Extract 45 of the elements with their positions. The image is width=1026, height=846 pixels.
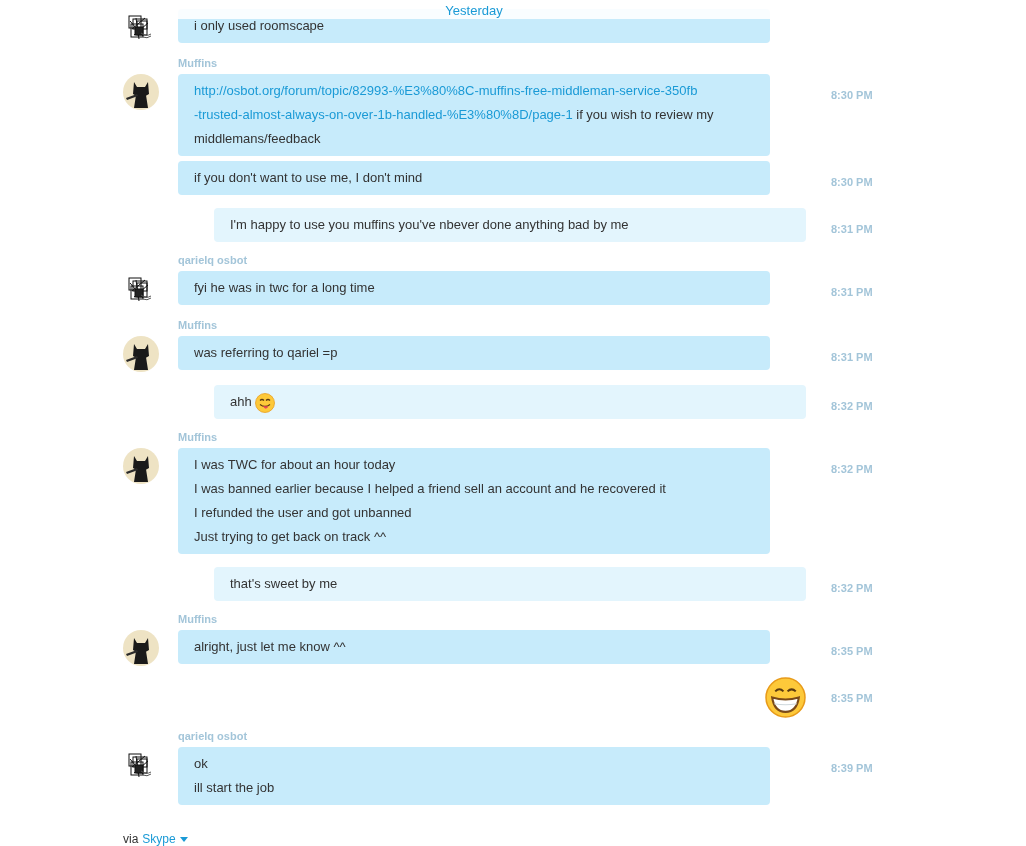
sender-name: Muffins [178,430,219,444]
message-text: fyi he was in twc for a long time [194,279,376,297]
message-time: 8:31 PM [831,285,873,300]
sender-name: Muffins [178,612,219,626]
date-header: Yesterday [445,2,503,20]
message-text: ahh [230,394,253,409]
footer-text: via [123,831,139,846]
message-time: 8:30 PM [831,175,873,190]
message-text: alright, just let me know ^^ [194,638,347,656]
message-text: I was TWC for about an hour today [194,456,397,474]
sender-name: Muffins [178,318,219,332]
message-text: ill start the job [194,779,276,797]
avatar-icon [123,336,159,372]
message-time: 8:35 PM [831,691,873,706]
caret-icon [179,836,188,842]
message-time: 8:39 PM [831,761,873,776]
avatar-icon [123,630,159,666]
message-text: if you don't want to use me, I don't mind [194,169,424,187]
sender-name: qarielq osbot [178,729,249,743]
message-text: Just trying to get back on track ^^ [194,528,388,546]
message-link[interactable]: -trusted-almost-always-on-over-1b-handled-%E3%80%8D/page-1 [194,107,573,122]
sender-name: Muffins [178,56,219,70]
emoticon-icon [255,392,276,413]
message-text: I'm happy to use you muffins you've nbever done anything bad by me [230,216,630,234]
avatar-icon [123,448,159,484]
message-link[interactable]: http://osbot.org/forum/topic/82993-%E3%80%8C-muffins-free-middleman-service-350fb [194,83,698,98]
avatar-icon [123,74,159,110]
message-text: if you wish to review my [575,107,714,122]
message-text: i only used roomscape [194,17,326,35]
message-text: middlemans/feedback [194,130,322,148]
message-time: 8:32 PM [831,462,873,477]
message-time: 8:32 PM [831,399,873,414]
message-text: I refunded the user and got unbanned [194,504,413,522]
message-time: 8:31 PM [831,350,873,365]
sender-name: qarielq osbot [178,253,249,267]
emoticon-icon [765,677,806,718]
message-text: was referring to qariel =p [194,344,339,362]
message-text: ok [194,755,209,773]
message-text: that's sweet by me [230,575,339,593]
message-time: 8:30 PM [831,88,873,103]
skype-link[interactable]: Skype [142,830,188,846]
message-time: 8:32 PM [831,581,873,596]
message-time: 8:35 PM [831,644,873,659]
message-time: 8:31 PM [831,222,873,237]
message-text: I was banned earlier because I helped a friend sell an account and he recovered it [194,480,667,498]
